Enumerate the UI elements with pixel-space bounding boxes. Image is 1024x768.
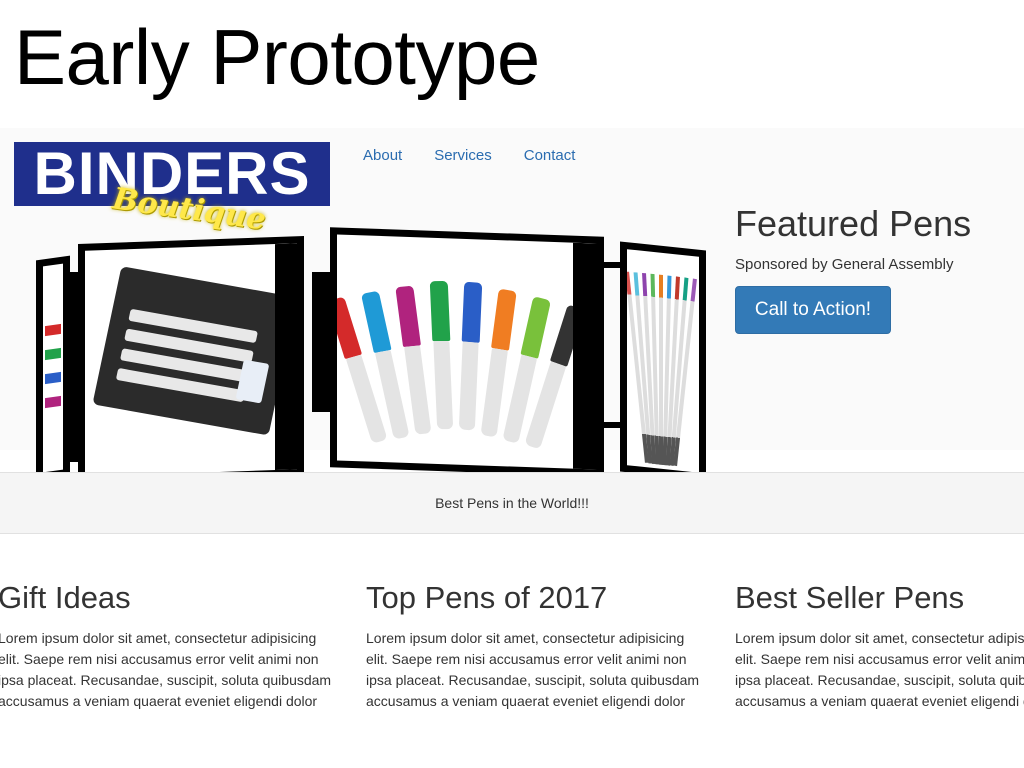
call-to-action-button[interactable]: Call to Action! (735, 286, 891, 334)
carousel-panel-far-left[interactable] (36, 255, 70, 481)
carousel-frame-edge (312, 272, 330, 412)
nav-link-about[interactable]: About (352, 142, 413, 170)
carousel-panel-left[interactable] (78, 236, 304, 484)
column-text: Lorem ipsum dolor sit amet, consectetur … (735, 630, 1024, 709)
product-carousel[interactable] (30, 227, 715, 484)
nav-link-services[interactable]: Services (423, 142, 503, 170)
carousel-frame-edge (602, 422, 624, 428)
column-top-pens: Top Pens of 2017 Lorem ipsum dolor sit a… (366, 578, 706, 714)
sharpie-markers-image (330, 234, 597, 450)
column-best-sellers: Best Seller Pens Lorem ipsum dolor sit a… (735, 578, 1024, 714)
tagline-banner: Best Pens in the World!!! (0, 472, 1024, 534)
column-title: Best Seller Pens (735, 580, 965, 615)
featured-title: Featured Pens (735, 203, 972, 244)
marker-illustration (429, 281, 455, 431)
column-title: Top Pens of 2017 (366, 580, 608, 615)
column-gift-ideas: Gift Ideas Lorem ipsum dolor sit amet, c… (0, 578, 338, 714)
colored-pens-image (625, 249, 699, 467)
nav-link-contact[interactable]: Contact (513, 142, 587, 170)
marker-set-box-image (92, 266, 298, 436)
marker-illustration (458, 281, 483, 433)
carousel-frame-edge (602, 262, 624, 268)
carousel-panel-center[interactable] (330, 227, 604, 477)
carousel-frame-edge (70, 272, 78, 462)
website-prototype: BINDERS Boutique About Services Contact (0, 128, 1024, 728)
column-title: Gift Ideas (0, 580, 131, 615)
binders-boutique-logo[interactable]: BINDERS Boutique (14, 142, 330, 238)
carousel-panel-right[interactable] (620, 241, 706, 481)
column-text: Lorem ipsum dolor sit amet, consectetur … (366, 630, 700, 709)
featured-subtitle: Sponsored by General Assembly (735, 256, 954, 273)
column-text: Lorem ipsum dolor sit amet, consectetur … (0, 630, 332, 709)
main-nav: About Services Contact (352, 142, 586, 170)
slide-title: Early Prototype (14, 13, 540, 101)
